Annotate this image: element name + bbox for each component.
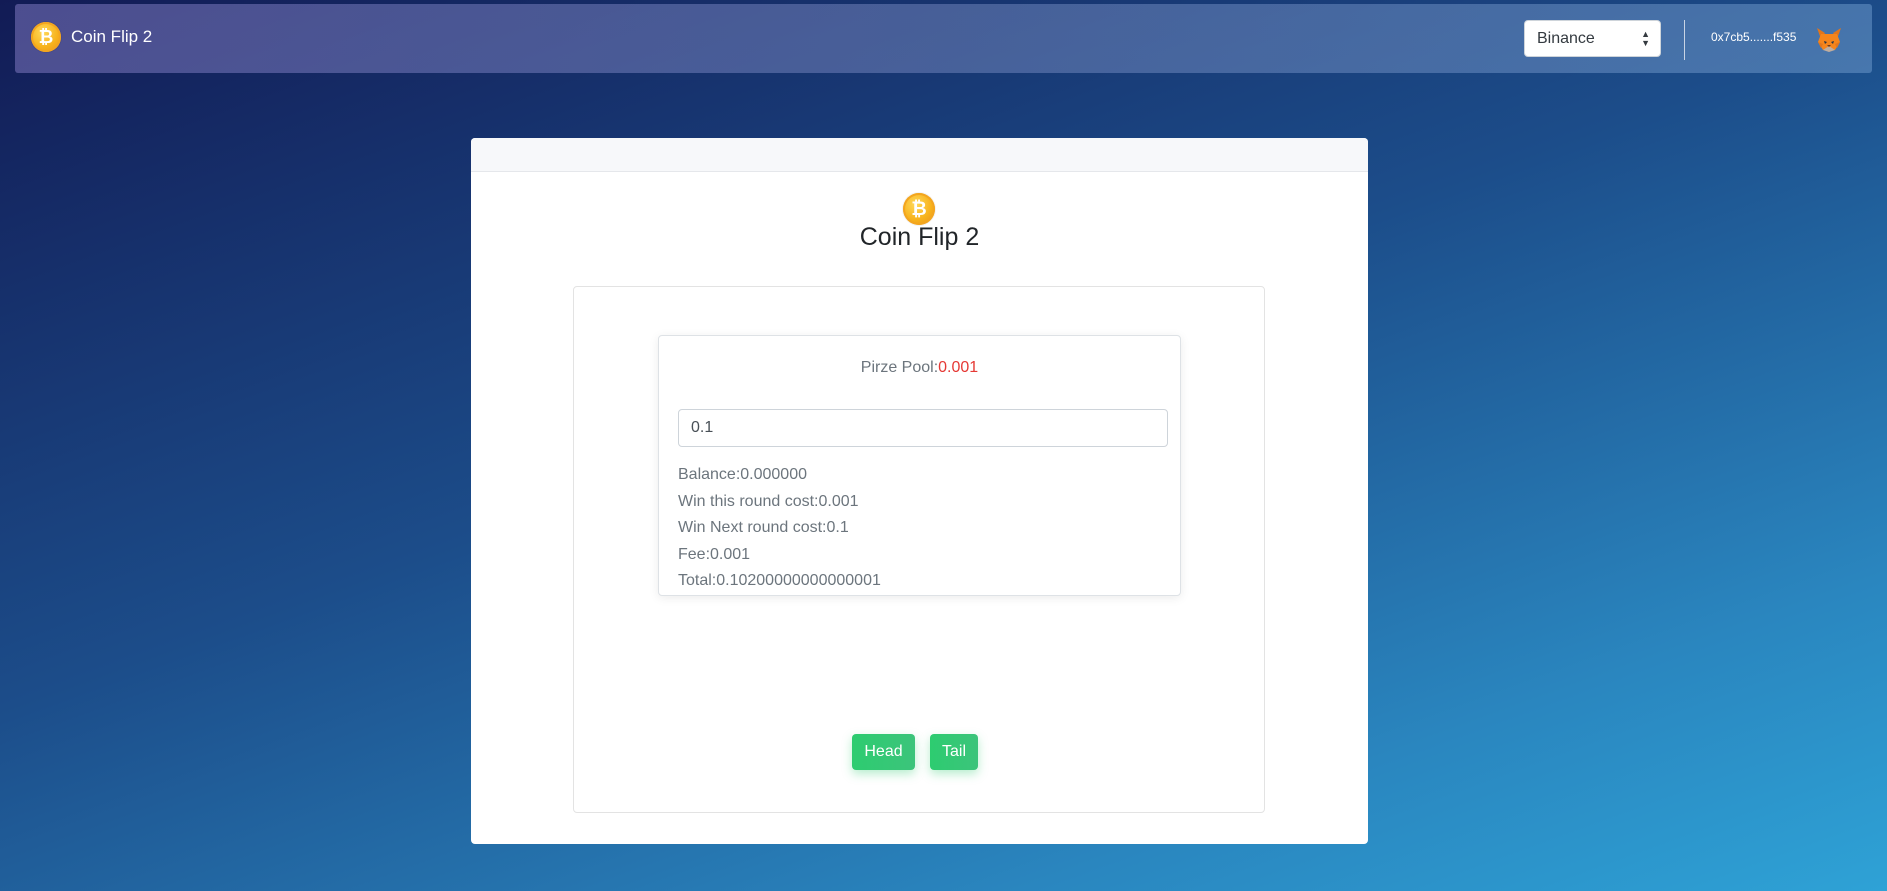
total-text: Total:0.10200000000000001 — [678, 572, 881, 589]
prize-pool: Pirze Pool:0.001 — [659, 359, 1180, 377]
bitcoin-coin-icon: ₿ — [31, 22, 61, 52]
prize-pool-label: Pirze Pool: — [860, 359, 939, 376]
bitcoin-coin-icon: ₿ — [903, 193, 935, 225]
top-navbar: ₿ Coin Flip 2 Binance ▲ ▼ 0x7cb5.......f5… — [15, 4, 1872, 73]
network-select-value: Binance — [1537, 29, 1595, 47]
prize-pool-value: 0.001 — [938, 359, 979, 376]
page-title: Coin Flip 2 — [859, 223, 980, 251]
brand[interactable]: ₿ Coin Flip 2 — [31, 22, 152, 52]
brand-title: Coin Flip 2 — [71, 27, 153, 46]
balance-text: Balance:0.000000 — [678, 466, 807, 483]
metamask-fox-icon[interactable] — [1814, 24, 1844, 54]
wallet-address[interactable]: 0x7cb5.......f535 — [1711, 30, 1796, 44]
fee-text: Fee:0.001 — [678, 545, 751, 563]
tail-button[interactable]: Tail — [930, 734, 978, 770]
select-arrows-icon: ▲ ▼ — [1641, 29, 1650, 48]
main-card-header — [471, 138, 1368, 172]
stats-list: Balance:0.000000 Win this round cost:0.0… — [678, 462, 881, 595]
win-next-round-cost: Win Next round cost:0.1 — [678, 519, 849, 536]
head-button[interactable]: Head — [852, 734, 915, 770]
nav-divider — [1684, 20, 1685, 60]
game-card: Pirze Pool:0.001 Balance:0.000000 Win th… — [573, 286, 1265, 813]
main-card: ₿ Coin Flip 2 Pirze Pool:0.001 Balance:0… — [471, 138, 1368, 844]
bet-amount-input[interactable] — [678, 409, 1168, 447]
network-select[interactable]: Binance ▲ ▼ — [1524, 20, 1661, 57]
win-this-round-cost: Win this round cost:0.001 — [678, 492, 859, 510]
prize-pool-card: Pirze Pool:0.001 Balance:0.000000 Win th… — [658, 335, 1181, 596]
